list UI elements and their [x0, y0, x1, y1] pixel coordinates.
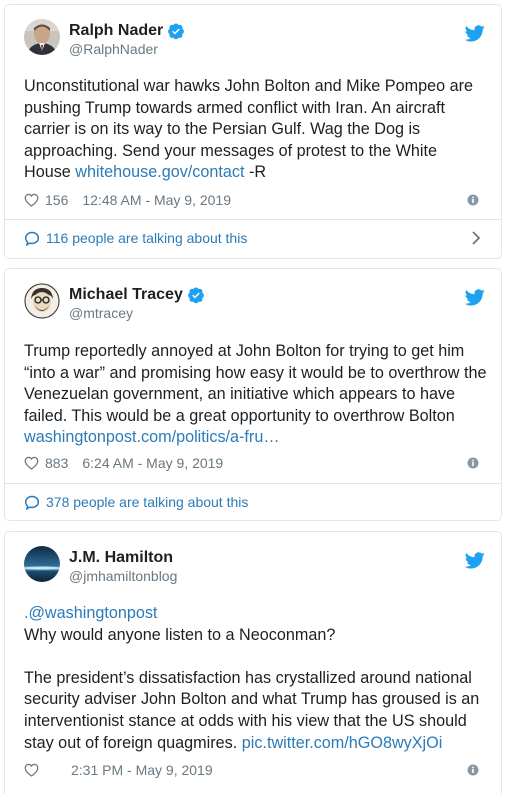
handle[interactable]: @RalphNader — [69, 41, 158, 57]
divider — [5, 219, 501, 220]
conversation-link[interactable]: 378 people are talking about this — [24, 491, 481, 513]
info-icon[interactable] — [467, 763, 479, 776]
verified-badge-icon — [167, 22, 185, 40]
speech-bubble-icon — [24, 495, 40, 510]
tweet-header: Michael Tracey @mtracey — [24, 283, 485, 323]
tweet-text-tail: -R — [244, 163, 267, 182]
tweet-text: .@washingtonpost Why would anyone listen… — [24, 603, 487, 754]
tweet-meta: 883 6:24 AM - May 9, 2019 — [24, 453, 479, 473]
twitter-bird-icon[interactable] — [464, 552, 485, 569]
tweet-card[interactable]: Ralph Nader @RalphNader Unconstitutional… — [4, 4, 502, 259]
tweet-meta: 156 12:48 AM - May 9, 2019 — [24, 190, 479, 210]
tweet-header: Ralph Nader @RalphNader — [24, 19, 485, 59]
conversation-link[interactable]: 116 people are talking about this — [24, 227, 481, 249]
display-name[interactable]: J.M. Hamilton — [69, 549, 173, 567]
talking-count[interactable]: 378 people are talking about this — [46, 494, 248, 510]
mention-link[interactable]: .@washingtonpost — [24, 604, 157, 622]
tweet-text: Trump reportedly annoyed at John Bolton … — [24, 341, 487, 449]
speech-bubble-icon — [24, 231, 40, 246]
like-count: 883 — [45, 455, 69, 471]
heart-icon[interactable] — [24, 456, 39, 470]
twitter-bird-icon[interactable] — [464, 25, 485, 42]
tweet-text: Unconstitutional war hawks John Bolton a… — [24, 76, 487, 184]
tweet-header: J.M. Hamilton @jmhamiltonblog — [24, 546, 485, 586]
avatar[interactable] — [24, 19, 60, 55]
display-name[interactable]: Michael Tracey — [69, 286, 183, 304]
like-count: 156 — [45, 192, 69, 208]
chevron-right-icon[interactable] — [471, 231, 481, 245]
info-icon[interactable] — [467, 193, 479, 206]
info-icon[interactable] — [467, 456, 479, 469]
timestamp[interactable]: 6:24 AM - May 9, 2019 — [82, 455, 223, 471]
tweet-link[interactable]: whitehouse.gov/contact — [75, 163, 244, 181]
verified-badge-icon — [187, 286, 205, 304]
tweet-card[interactable]: J.M. Hamilton @jmhamiltonblog .@washingt… — [4, 531, 502, 794]
talking-count[interactable]: 116 people are talking about this — [46, 230, 247, 246]
twitter-bird-icon[interactable] — [464, 289, 485, 306]
tweet-link[interactable]: washingtonpost.com/politics/a-fru… — [24, 428, 280, 446]
tweet-meta: 2:31 PM - May 9, 2019 — [24, 760, 479, 780]
tweet-link[interactable]: pic.twitter.com/hGO8wyXjOi — [242, 734, 443, 752]
heart-icon[interactable] — [24, 193, 39, 207]
handle[interactable]: @mtracey — [69, 305, 133, 321]
tweet-card[interactable]: Michael Tracey @mtracey Trump reportedly… — [4, 268, 502, 521]
timestamp[interactable]: 12:48 AM - May 9, 2019 — [82, 192, 231, 208]
display-name[interactable]: Ralph Nader — [69, 22, 163, 40]
heart-icon[interactable] — [24, 763, 39, 777]
tweet-body: Trump reportedly annoyed at John Bolton … — [24, 342, 487, 425]
divider — [5, 483, 501, 484]
avatar[interactable] — [24, 283, 60, 319]
handle[interactable]: @jmhamiltonblog — [69, 568, 177, 584]
timestamp[interactable]: 2:31 PM - May 9, 2019 — [71, 762, 213, 778]
avatar[interactable] — [24, 546, 60, 582]
